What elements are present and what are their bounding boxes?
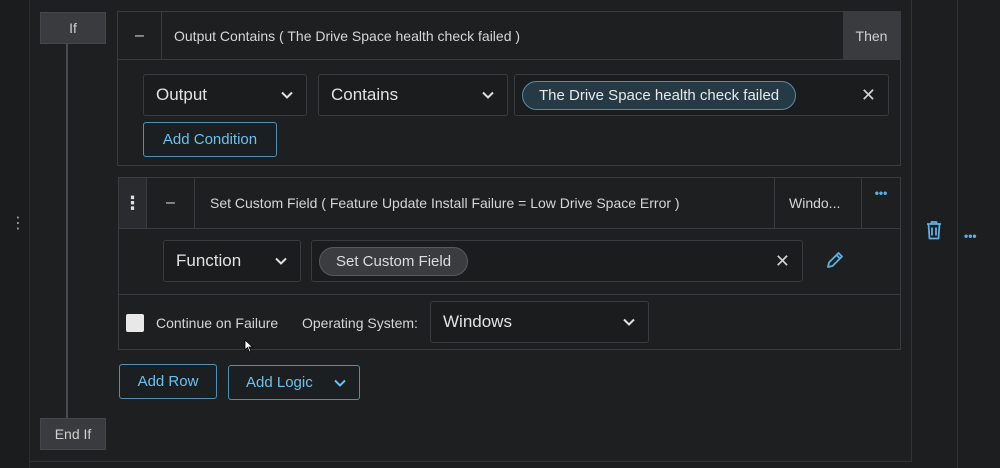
condition-value-input[interactable]: The Drive Space health check failed ✕ <box>514 74 889 116</box>
step-title: Set Custom Field ( Feature Update Instal… <box>195 178 775 228</box>
left-rail <box>0 0 30 468</box>
function-chip: Set Custom Field <box>319 246 469 276</box>
close-icon[interactable]: ✕ <box>775 251 790 272</box>
chevron-down-icon <box>334 379 346 387</box>
then-label: Then <box>855 27 888 44</box>
continue-on-failure[interactable]: Continue on Failure <box>126 314 278 332</box>
horizontal-dots-icon[interactable]: ••• <box>964 229 977 243</box>
add-logic-label: Add Logic <box>246 374 313 391</box>
chevron-down-icon <box>275 257 287 265</box>
chevron-down-icon <box>482 91 494 99</box>
if-label: If <box>69 20 77 36</box>
function-select[interactable]: Function <box>163 240 301 282</box>
if-tag: If <box>40 12 106 44</box>
mouse-cursor-icon <box>244 339 254 353</box>
minus-icon: – <box>166 194 175 211</box>
continue-on-failure-label: Continue on Failure <box>156 315 279 331</box>
function-select-value: Function <box>176 251 242 270</box>
continue-on-failure-checkbox[interactable] <box>126 314 144 332</box>
chevron-down-icon <box>623 318 635 326</box>
if-connector-line <box>66 44 68 418</box>
step-header: ⋮ – Set Custom Field ( Feature Update In… <box>119 178 900 229</box>
vertical-dots-icon: ⋮ <box>123 192 142 213</box>
condition-operator-value: Contains <box>331 85 399 104</box>
add-logic-button[interactable]: Add Logic <box>228 365 360 400</box>
step-more-button[interactable]: ••• <box>862 178 900 228</box>
add-row-label: Add Row <box>137 373 199 390</box>
os-select-value: Windows <box>443 312 512 331</box>
condition-title: Output Contains ( The Drive Space health… <box>174 27 521 44</box>
add-row-button[interactable]: Add Row <box>119 364 217 399</box>
close-icon[interactable]: ✕ <box>861 85 876 106</box>
then-tag: Then <box>843 12 900 59</box>
minus-icon: – <box>135 26 144 44</box>
add-condition-button[interactable]: Add Condition <box>143 122 277 157</box>
end-if-label: End If <box>54 426 92 442</box>
pencil-icon[interactable] <box>825 250 845 270</box>
condition-field-select[interactable]: Output <box>143 74 307 116</box>
condition-field-value: Output <box>156 85 208 104</box>
os-select[interactable]: Windows <box>430 301 649 343</box>
condition-operator-select[interactable]: Contains <box>318 74 508 116</box>
condition-collapse-button[interactable]: – <box>118 12 162 59</box>
horizontal-dots-icon: ••• <box>874 186 888 200</box>
step-collapse-button[interactable]: – <box>147 178 195 228</box>
step-os-short: Windo... <box>775 178 862 228</box>
function-value-input[interactable]: Set Custom Field ✕ <box>311 240 803 282</box>
add-condition-label: Add Condition <box>162 131 258 148</box>
os-label: Operating System: <box>302 315 418 331</box>
left-drag-handle-icon[interactable]: ⋮ <box>10 216 26 232</box>
chevron-down-icon <box>281 91 293 99</box>
trash-icon[interactable] <box>925 220 943 240</box>
condition-value-chip: The Drive Space health check failed <box>522 80 797 110</box>
end-if-tag: End If <box>40 418 106 450</box>
condition-header: – Output Contains ( The Drive Space heal… <box>118 12 900 60</box>
step-drag-handle[interactable]: ⋮ <box>119 178 147 228</box>
